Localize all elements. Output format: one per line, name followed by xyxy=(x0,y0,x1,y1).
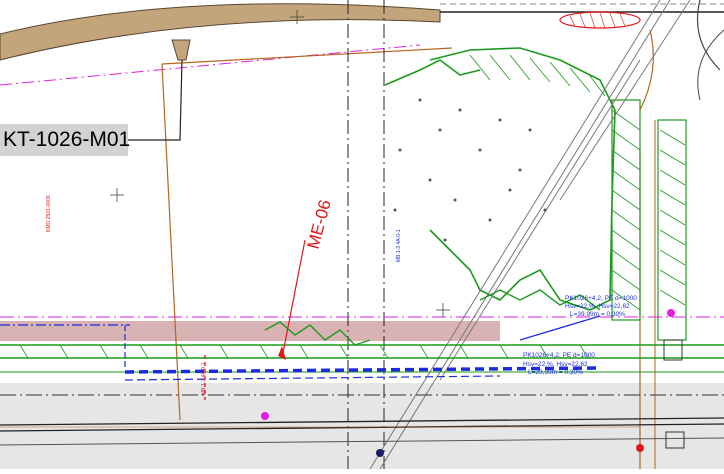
small-vertical-label-mid: MB 1-3 4A-0-1 xyxy=(396,229,402,262)
profile-lower-line-1: PK1026+4,2, PE d=1000 xyxy=(523,352,595,359)
plus-markers xyxy=(110,10,450,317)
view-label-me06: ME-06 xyxy=(304,198,335,251)
red-point xyxy=(636,444,644,452)
green-vegetation-area xyxy=(429,47,616,311)
curved-road xyxy=(0,3,441,61)
pink-band xyxy=(0,321,500,341)
site-plan-canvas: ME-06 PK1026+4,2, PE d=1000 Hsv=22,%, Hs… xyxy=(0,0,724,470)
profile-upper-line-3: L=39,99m = 0,30% xyxy=(570,311,625,318)
profile-upper-line-2: Hsv=22,%, Hsv=22,62 xyxy=(565,303,630,310)
curved-road-right xyxy=(696,0,721,71)
road-band-bottom xyxy=(0,383,724,469)
dark-point xyxy=(376,449,384,457)
callout-label: KT-1026-M01 xyxy=(0,124,130,156)
road-connector xyxy=(171,39,191,61)
hatch-lower-band xyxy=(19,344,589,359)
brown-boundary-top xyxy=(161,47,453,65)
brown-boundary-vertical xyxy=(161,63,181,421)
magenta-point-1 xyxy=(667,309,675,317)
hatch-top xyxy=(469,54,606,97)
magenta-point-2 xyxy=(261,412,269,420)
small-vertical-label-red: MB 1-3 4A-0-1 xyxy=(201,362,207,395)
profile-lower-line-3: L=39,99m = 0,30% xyxy=(528,369,583,376)
profile-upper-line-1: PK1026+4,2, PE d=1000 xyxy=(565,295,637,302)
small-vertical-label-left: KMO 2501-0009 xyxy=(46,195,52,232)
profile-lower-line-2: Hsv=22,%, Hsv=22,62 xyxy=(523,361,588,368)
magenta-line-upper xyxy=(0,44,421,86)
hatch-strip-right xyxy=(611,109,686,311)
